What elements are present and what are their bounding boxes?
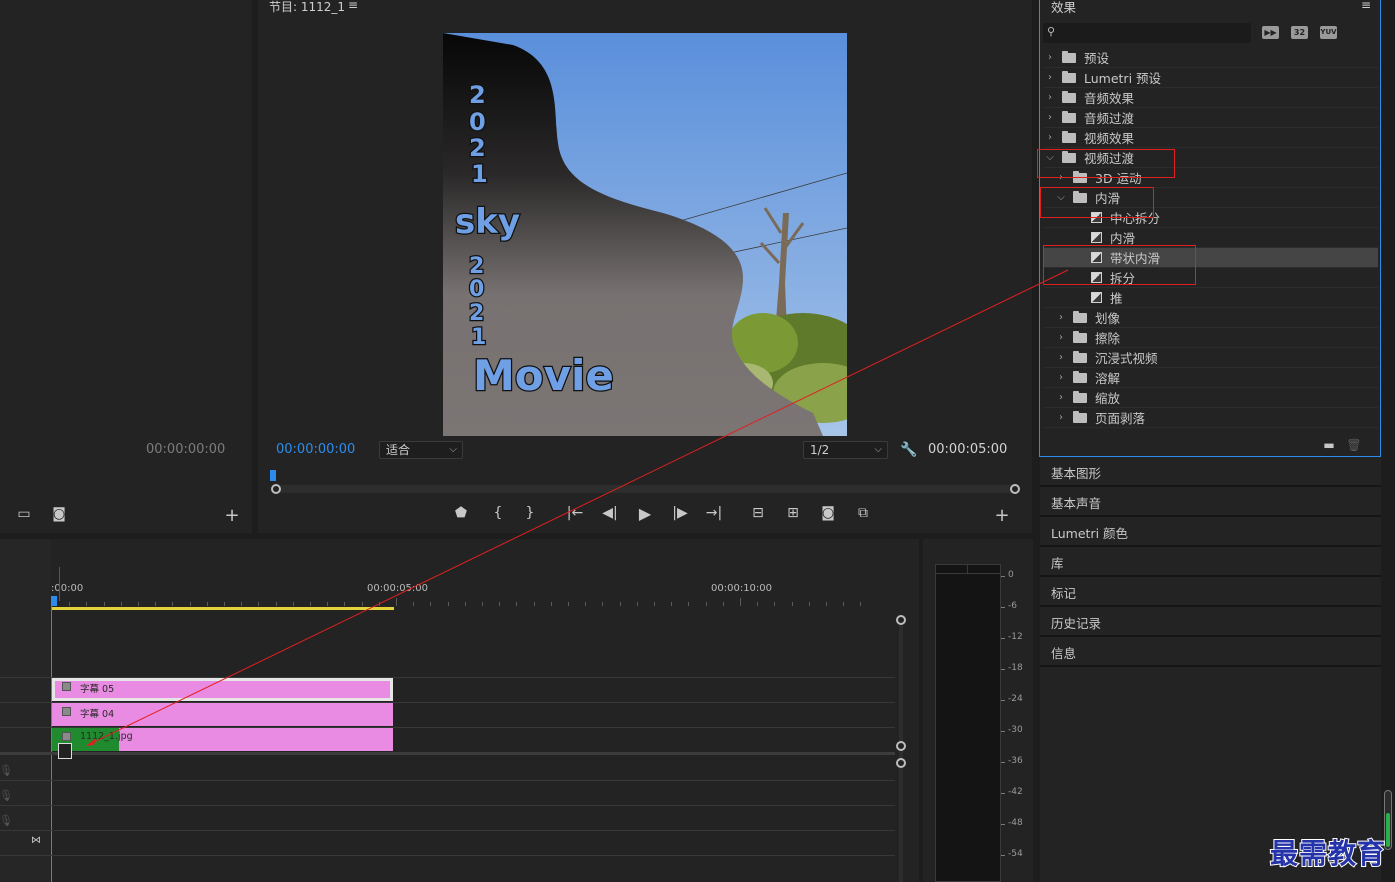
annotation-arrow — [86, 269, 1069, 746]
watermark: 最需教育 — [1269, 836, 1387, 871]
